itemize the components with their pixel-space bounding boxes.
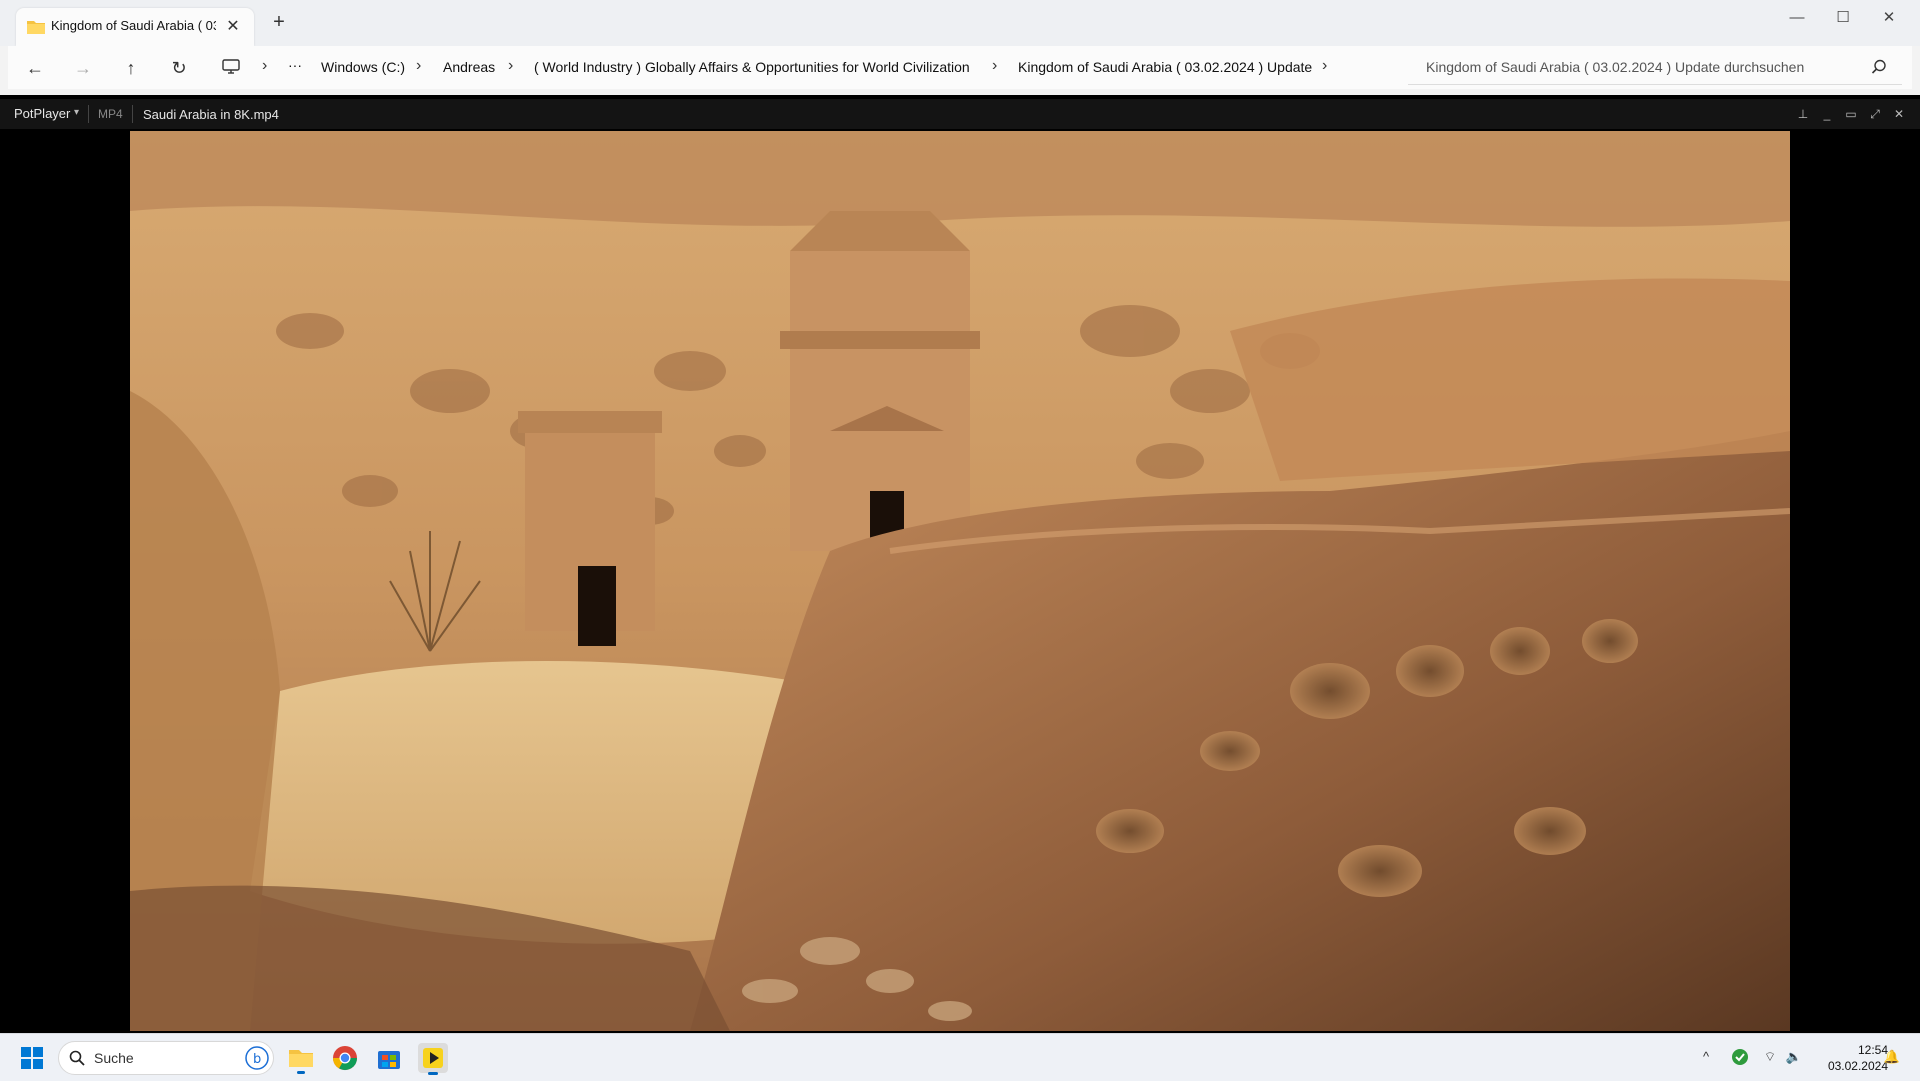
this-pc-icon[interactable]	[222, 59, 240, 75]
file-explorer-icon[interactable]	[284, 1041, 318, 1075]
security-shield-icon[interactable]	[1730, 1047, 1750, 1067]
new-tab-icon[interactable]: +	[268, 11, 290, 34]
svg-text:b: b	[253, 1052, 261, 1067]
chevron-right-icon[interactable]: ›	[992, 57, 997, 75]
search-box[interactable]: Kingdom of Saudi Arabia ( 03.02.2024 ) U…	[1408, 50, 1902, 85]
windows-start-icon[interactable]	[15, 1041, 49, 1075]
address-bar[interactable]: › ··· Windows (C:) › Andreas › ( World I…	[214, 50, 1406, 84]
potplayer-icon[interactable]	[416, 1041, 450, 1075]
tab-title: Kingdom of Saudi Arabia ( 03.02.2024 ) U…	[51, 18, 216, 33]
tab-bar: Kingdom of Saudi Arabia ( 03.02.2024 ) U…	[0, 0, 1920, 46]
potplayer-menu[interactable]: PotPlayer	[14, 106, 70, 121]
maximize-icon[interactable]: ☐	[1820, 4, 1866, 32]
divider	[132, 105, 133, 123]
chevron-right-icon[interactable]: ›	[508, 57, 513, 75]
up-icon[interactable]: ↑	[116, 54, 146, 82]
notification-bell-icon[interactable]: 🔔	[1882, 1047, 1902, 1067]
search-input[interactable]: Kingdom of Saudi Arabia ( 03.02.2024 ) U…	[1426, 59, 1804, 75]
minimize-icon[interactable]: —	[1774, 4, 1820, 32]
file-name: Saudi Arabia in 8K.mp4	[143, 107, 279, 122]
explorer-tab[interactable]: Kingdom of Saudi Arabia ( 03.02.2024 ) U…	[16, 8, 254, 46]
chevron-right-icon[interactable]: ›	[262, 57, 267, 75]
chevron-right-icon[interactable]: ›	[1322, 57, 1327, 75]
maximize-icon[interactable]: ▭	[1842, 105, 1860, 123]
breadcrumb-item-user[interactable]: Andreas	[443, 59, 495, 75]
minimize-icon[interactable]: _	[1818, 105, 1836, 123]
pin-icon[interactable]: ⊥	[1794, 105, 1812, 123]
file-explorer-window: Kingdom of Saudi Arabia ( 03.02.2024 ) U…	[0, 0, 1920, 95]
chevron-down-icon[interactable]: ▾	[74, 107, 79, 118]
search-icon[interactable]	[1870, 58, 1888, 76]
breadcrumb-item-current[interactable]: Kingdom of Saudi Arabia ( 03.02.2024 ) U…	[1018, 59, 1312, 75]
format-badge: MP4	[98, 107, 123, 121]
forward-icon[interactable]: →	[68, 54, 98, 82]
taskbar: Suche b ^ ⌔ 🔈 12:54 03.02.2024 🔔	[0, 1033, 1920, 1081]
search-icon	[69, 1050, 85, 1066]
back-icon[interactable]: ←	[20, 54, 50, 82]
wifi-icon[interactable]: ⌔	[1760, 1047, 1780, 1067]
video-frame[interactable]	[130, 131, 1790, 1031]
video-scene	[130, 131, 1790, 1031]
navigation-toolbar: ← → ↑ ↻ › ··· Windows (C:) › Andreas › (…	[8, 46, 1912, 89]
close-icon[interactable]: ✕	[1890, 105, 1908, 123]
microsoft-store-icon[interactable]	[372, 1041, 406, 1075]
taskbar-search[interactable]: Suche b	[58, 1041, 274, 1075]
chrome-icon[interactable]	[328, 1041, 362, 1075]
volume-icon[interactable]: 🔈	[1784, 1047, 1804, 1067]
bing-icon[interactable]: b	[245, 1046, 269, 1070]
clock-time: 12:54	[1857, 1043, 1888, 1057]
breadcrumb-item-drive[interactable]: Windows (C:)	[321, 59, 405, 75]
search-label: Suche	[94, 1050, 134, 1066]
breadcrumb-item-world-industry[interactable]: ( World Industry ) Globally Affairs & Op…	[534, 59, 970, 75]
folder-icon	[27, 21, 45, 34]
breadcrumb-overflow[interactable]: ···	[288, 57, 302, 73]
tab-close-icon[interactable]: ✕	[224, 16, 242, 36]
close-window-icon[interactable]: ✕	[1866, 4, 1912, 32]
clock-date: 03.02.2024	[1827, 1059, 1888, 1073]
chevron-right-icon[interactable]: ›	[416, 57, 421, 75]
potplayer-window: PotPlayer ▾ MP4 Saudi Arabia in 8K.mp4 ⊥…	[0, 99, 1920, 1033]
player-title-bar: PotPlayer ▾ MP4 Saudi Arabia in 8K.mp4 ⊥…	[0, 99, 1920, 129]
refresh-icon[interactable]: ↻	[164, 54, 194, 82]
system-clock[interactable]: 12:54 03.02.2024	[1810, 1042, 1888, 1074]
fullscreen-icon[interactable]: ⤢	[1866, 105, 1884, 123]
divider	[88, 105, 89, 123]
chevron-up-icon[interactable]: ^	[1696, 1047, 1716, 1067]
